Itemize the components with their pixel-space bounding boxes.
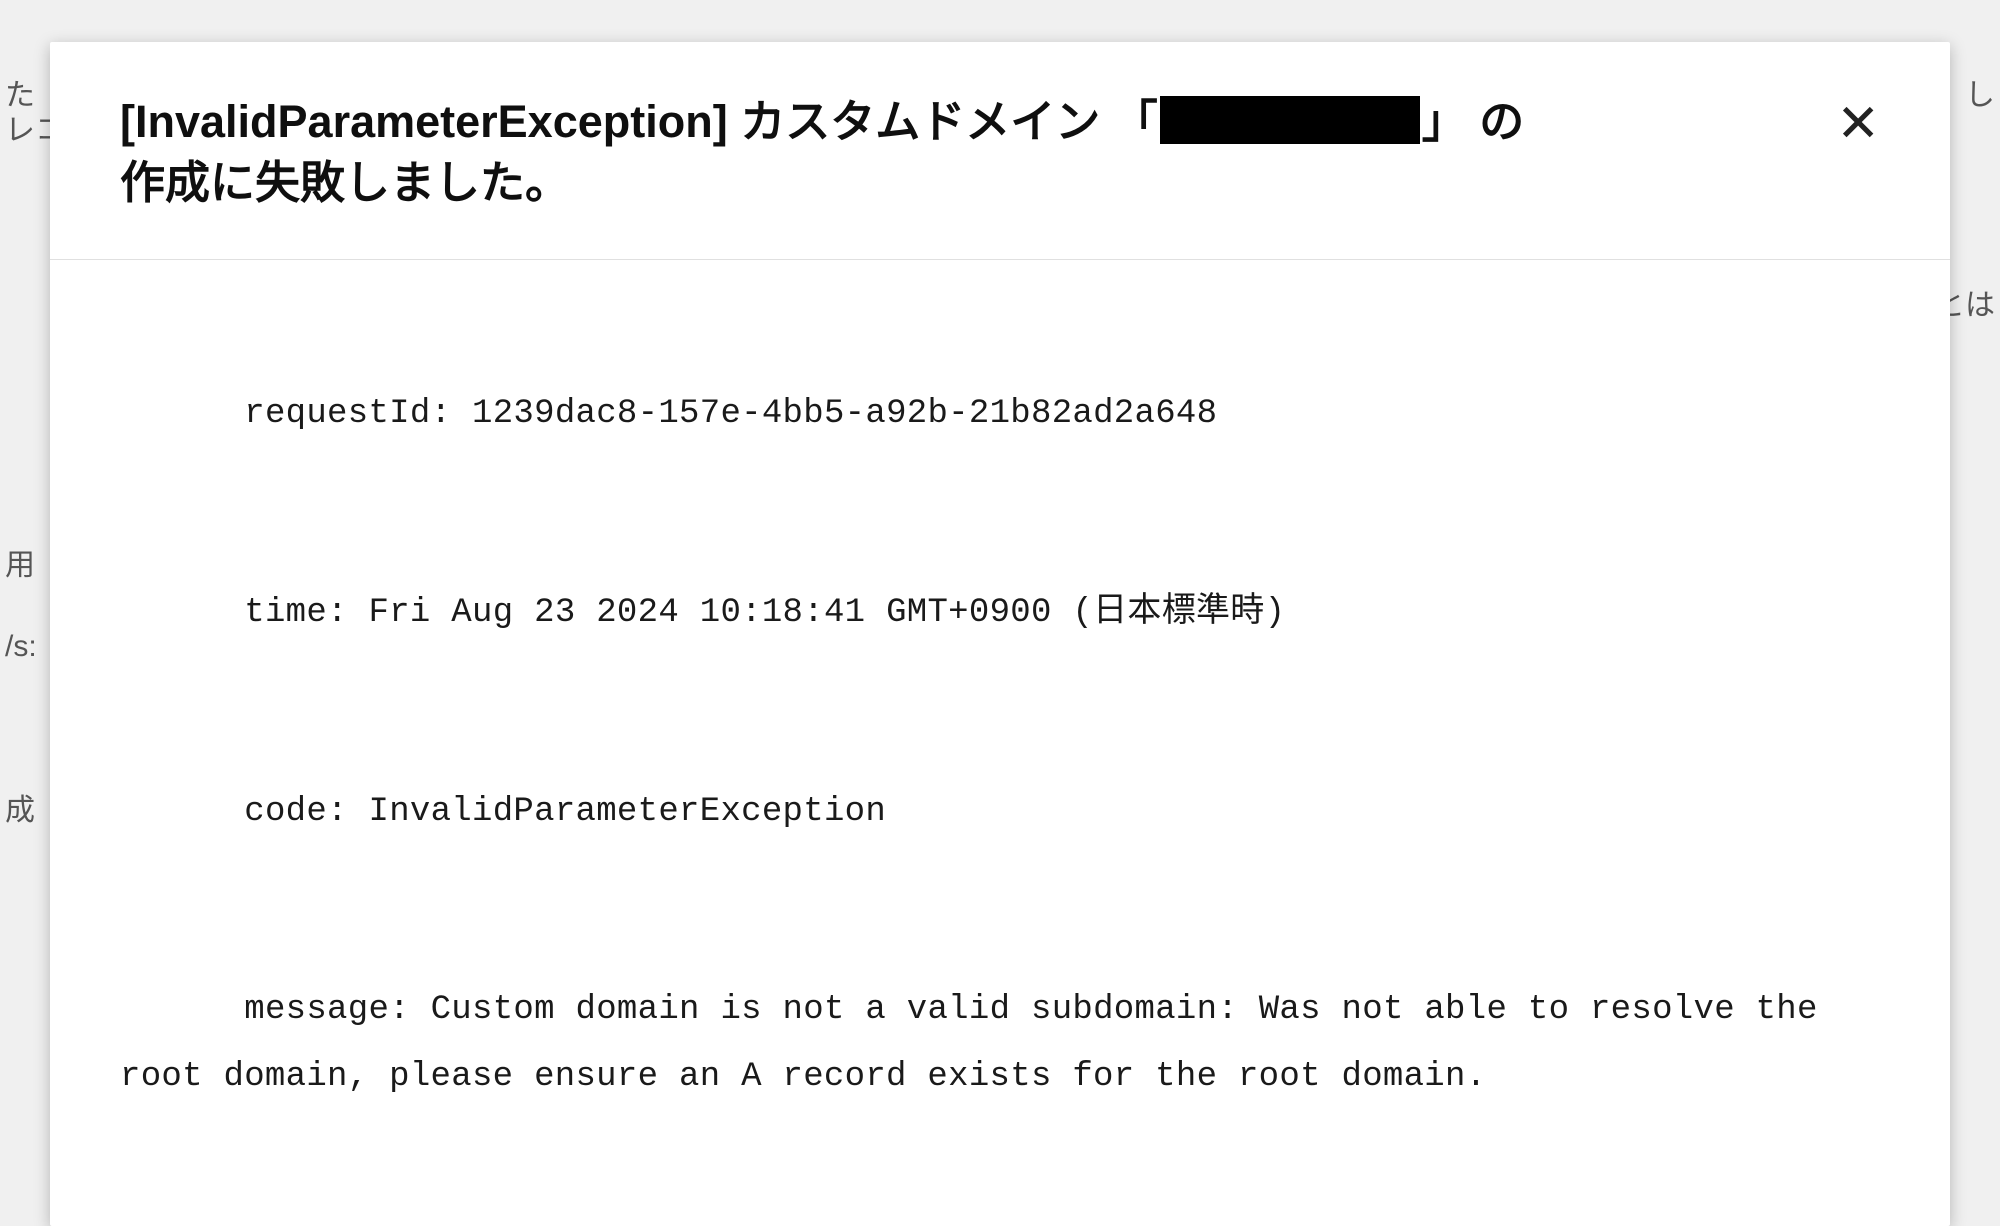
code-value: InvalidParameterException <box>368 793 886 831</box>
error-code-prefix: [InvalidParameterException] <box>120 96 740 147</box>
dialog-body: requestId: 1239dac8-157e-4bb5-a92b-21b82… <box>50 260 1950 1226</box>
request-id-line: requestId: 1239dac8-157e-4bb5-a92b-21b82… <box>120 315 1880 514</box>
dialog-header: [InvalidParameterException] カスタムドメイン 「 」 … <box>50 42 1950 260</box>
request-id-value: 1239dac8-157e-4bb5-a92b-21b82ad2a648 <box>472 395 1217 433</box>
background-fragment: し <box>1965 70 1995 114</box>
request-id-label: requestId: <box>244 395 451 433</box>
title-text-a: カスタムドメイン 「 <box>740 96 1158 147</box>
time-label: time: <box>244 594 348 632</box>
bg-create-text: 成 <box>5 794 35 827</box>
dialog-title: [InvalidParameterException] カスタムドメイン 「 」 … <box>120 92 1836 214</box>
close-button[interactable]: ✕ <box>1836 92 1880 150</box>
message-label: message: <box>244 991 410 1029</box>
time-value: Fri Aug 23 2024 10:18:41 GMT+0900 (日本標準時… <box>368 594 1285 632</box>
time-line: time: Fri Aug 23 2024 10:18:41 GMT+0900 … <box>120 513 1880 712</box>
title-text-c: 作成に失敗しました。 <box>120 157 570 208</box>
code-label: code: <box>244 793 348 831</box>
message-line: message: Custom domain is not a valid su… <box>120 911 1880 1176</box>
error-dialog: [InvalidParameterException] カスタムドメイン 「 」 … <box>50 42 1950 1226</box>
redacted-domain <box>1160 96 1420 144</box>
background-fragment: /s: <box>5 630 37 664</box>
close-icon: ✕ <box>1836 95 1880 153</box>
background-fragment: 用 <box>5 540 35 584</box>
title-text-b: 」 の <box>1422 96 1525 147</box>
code-line: code: InvalidParameterException <box>120 712 1880 911</box>
